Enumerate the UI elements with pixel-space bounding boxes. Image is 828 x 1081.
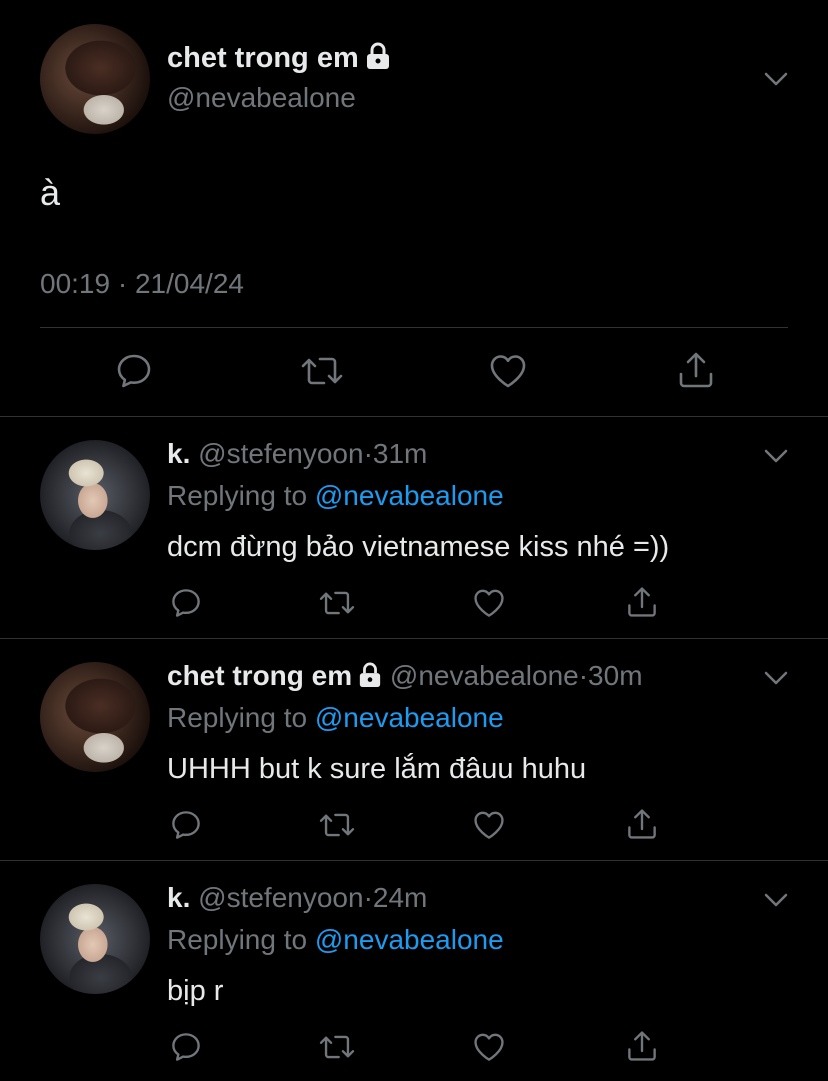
retweet-icon[interactable] (300, 352, 344, 390)
chevron-down-icon[interactable] (763, 892, 789, 908)
separator: · (578, 660, 589, 691)
author-line: k. @stefenyoon·31m (167, 438, 427, 470)
mention-link[interactable]: @nevabealone (315, 702, 504, 733)
like-icon[interactable] (472, 809, 506, 841)
reply-icon[interactable] (170, 809, 202, 841)
avatar[interactable] (40, 440, 150, 550)
date: 21/04/24 (134, 268, 244, 299)
separator: · (363, 438, 373, 469)
display-name[interactable]: k. (167, 438, 190, 469)
divider (0, 416, 828, 417)
age: 24m (372, 882, 428, 913)
timestamp: 00:19 · 21/04/24 (40, 268, 244, 300)
lock-icon (366, 42, 389, 69)
replying-prefix: Replying to (167, 924, 308, 955)
author-line: k. @stefenyoon·24m (167, 882, 427, 914)
author-line: chet trong em @nevabealone·30m (167, 660, 643, 692)
divider (0, 860, 828, 861)
reply-icon[interactable] (170, 587, 202, 619)
age: 31m (372, 438, 428, 469)
chevron-down-icon[interactable] (763, 448, 789, 464)
divider (0, 638, 828, 639)
like-icon[interactable] (472, 587, 506, 619)
avatar[interactable] (40, 884, 150, 994)
mention-link[interactable]: @nevabealone (315, 480, 504, 511)
avatar[interactable] (40, 24, 150, 134)
display-name[interactable]: chet trong em (167, 42, 359, 74)
divider (40, 327, 788, 328)
retweet-icon[interactable] (318, 1031, 356, 1063)
replying-prefix: Replying to (167, 480, 308, 511)
lock-icon (359, 662, 381, 687)
tweet-text: UHHH but k sure lắm đâuu huhu (167, 753, 587, 785)
reply-icon[interactable] (115, 352, 153, 390)
retweet-icon[interactable] (318, 587, 356, 619)
display-name[interactable]: k. (167, 882, 190, 913)
replying-to: Replying to @nevabealone (167, 924, 504, 956)
chevron-down-icon[interactable] (763, 71, 789, 87)
retweet-icon[interactable] (318, 809, 356, 841)
author-line: chet trong em (167, 42, 391, 75)
tweet-text: bịp r (167, 975, 224, 1007)
separator: · (117, 268, 128, 299)
tweet-text: dcm đừng bảo vietnamese kiss nhé =)) (167, 531, 670, 563)
handle[interactable]: @nevabealone (167, 82, 356, 114)
share-icon[interactable] (677, 350, 715, 390)
handle[interactable]: @stefenyoon (198, 438, 363, 469)
time: 00:19 (40, 268, 111, 299)
replying-prefix: Replying to (167, 702, 308, 733)
tweet-text: à (40, 172, 61, 213)
handle[interactable]: @stefenyoon (198, 882, 363, 913)
like-icon[interactable] (472, 1031, 506, 1063)
separator: · (363, 882, 373, 913)
replying-to: Replying to @nevabealone (167, 702, 504, 734)
avatar[interactable] (40, 662, 150, 772)
replying-to: Replying to @nevabealone (167, 480, 504, 512)
share-icon[interactable] (626, 807, 658, 841)
age: 30m (588, 660, 643, 691)
display-name[interactable]: chet trong em (167, 660, 352, 691)
reply-icon[interactable] (170, 1031, 202, 1063)
share-icon[interactable] (626, 1029, 658, 1063)
chevron-down-icon[interactable] (763, 670, 789, 686)
like-icon[interactable] (488, 352, 528, 390)
share-icon[interactable] (626, 585, 658, 619)
mention-link[interactable]: @nevabealone (315, 924, 504, 955)
handle[interactable]: @nevabealone (390, 660, 579, 691)
